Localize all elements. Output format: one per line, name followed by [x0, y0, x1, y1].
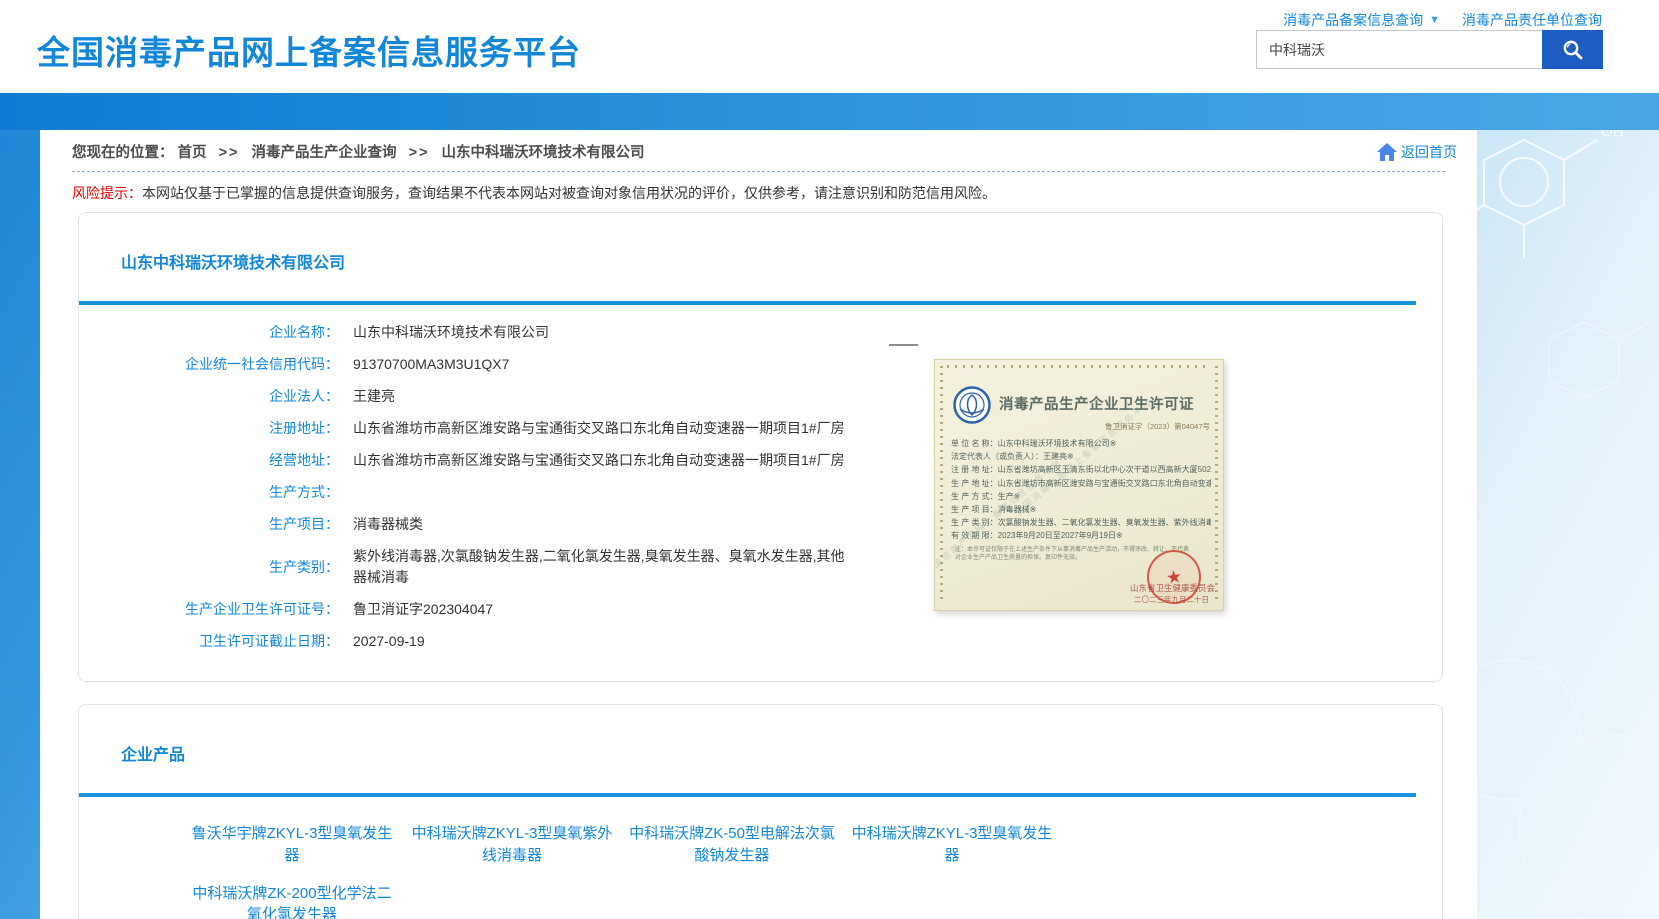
certificate-emblem-icon — [952, 385, 992, 425]
product-link[interactable]: 中科瑞沃牌ZK-200型化学法二氧化氯发生器 — [189, 883, 395, 919]
header: 全国消毒产品网上备案信息服务平台 消毒产品备案信息查询 ▼ 消毒产品责任单位查询 — [0, 0, 1659, 93]
product-link[interactable]: 鲁沃华宇牌ZKYL-3型臭氧发生器 — [189, 823, 395, 867]
breadcrumb-separator: >> — [409, 145, 430, 161]
breadcrumb-current: 山东中科瑞沃环境技术有限公司 — [442, 145, 645, 161]
risk-notice: 风险提示：本网站仅基于已掌握的信息提供查询服务，查询结果不代表本网站对被查询对象… — [72, 183, 1477, 203]
info-row-registered-address: 注册地址： 山东省潍坊市高新区潍安路与宝通街交叉路口东北角自动变速器一期项目1#… — [79, 418, 1442, 439]
nav-responsible-unit-query[interactable]: 消毒产品责任单位查询 — [1462, 10, 1602, 30]
search-icon — [1561, 38, 1585, 62]
product-link[interactable]: 中科瑞沃牌ZKYL-3型臭氧紫外线消毒器 — [409, 823, 615, 867]
info-row-company-name: 企业名称： 山东中科瑞沃环境技术有限公司 — [79, 322, 1442, 343]
home-icon — [1376, 142, 1398, 162]
product-list: 鲁沃华宇牌ZKYL-3型臭氧发生器 中科瑞沃牌ZKYL-3型臭氧紫外线消毒器 中… — [79, 797, 1169, 919]
site-title: 全国消毒产品网上备案信息服务平台 — [37, 26, 581, 74]
back-home-link[interactable]: 返回首页 — [1376, 142, 1457, 162]
breadcrumb-separator: >> — [219, 145, 240, 161]
info-row-license-number: 生产企业卫生许可证号： 鲁卫消证字202304047 — [79, 599, 1442, 620]
info-row-legal-person: 企业法人： 王建亮 — [79, 386, 1442, 407]
info-row-credit-code: 企业统一社会信用代码： 91370700MA3M3U1QX7 — [79, 354, 1442, 375]
small-dash-mark — [889, 344, 918, 346]
search-button[interactable] — [1542, 30, 1603, 69]
company-info-list: 企业名称： 山东中科瑞沃环境技术有限公司 企业统一社会信用代码： 9137070… — [79, 322, 1442, 652]
product-link[interactable]: 中科瑞沃牌ZK-50型电解法次氯酸钠发生器 — [629, 823, 835, 867]
info-row-production-project: 生产项目： 消毒器械类 — [79, 514, 1442, 535]
certificate-border-dots — [947, 365, 1211, 368]
certificate-line: 生 产 方 式：生产※ — [951, 490, 1211, 503]
license-certificate-image: 消毒产品生产企业卫生许可证 鲁卫消证字（2023）第04047号 单 位 名 称… — [934, 359, 1224, 611]
company-card-title: 山东中科瑞沃环境技术有限公司 — [79, 213, 1442, 273]
company-products-card: 企业产品 鲁沃华宇牌ZKYL-3型臭氧发生器 中科瑞沃牌ZKYL-3型臭氧紫外线… — [78, 704, 1443, 919]
risk-notice-text: 本网站仅基于已掌握的信息提供查询服务，查询结果不代表本网站对被查询对象信用状况的… — [142, 185, 996, 201]
dashed-divider — [72, 171, 1445, 172]
top-nav: 消毒产品备案信息查询 ▼ 消毒产品责任单位查询 — [1283, 10, 1602, 30]
header-blue-band — [0, 93, 1659, 130]
search-bar — [1256, 30, 1603, 69]
main-container: 您现在的位置： 首页 >> 消毒产品生产企业查询 >> 山东中科瑞沃环境技术有限… — [40, 130, 1477, 919]
info-row-production-category: 生产类别： 紫外线消毒器,次氯酸钠发生器,二氧化氯发生器,臭氧发生器、臭氧水发生… — [79, 546, 1442, 588]
search-input[interactable] — [1256, 30, 1542, 69]
info-row-production-mode: 生产方式： — [79, 482, 1442, 503]
certificate-title: 消毒产品生产企业卫生许可证 — [999, 393, 1194, 414]
breadcrumb-home[interactable]: 首页 — [178, 145, 207, 161]
company-info-card: 山东中科瑞沃环境技术有限公司 企业名称： 山东中科瑞沃环境技术有限公司 企业统一… — [78, 212, 1443, 682]
info-row-business-address: 经营地址： 山东省潍坊市高新区潍安路与宝通街交叉路口东北角自动变速器一期项目1#… — [79, 450, 1442, 471]
breadcrumb-prefix: 您现在的位置： — [72, 145, 174, 161]
breadcrumb-company-query[interactable]: 消毒产品生产企业查询 — [252, 145, 397, 161]
nav-filing-info-query[interactable]: 消毒产品备案信息查询 ▼ — [1283, 10, 1440, 30]
title-underline — [79, 301, 1416, 305]
info-row-license-expiry: 卫生许可证截止日期： 2027-09-19 — [79, 631, 1442, 652]
certificate-line: 生 产 地 址：山东省潍坊市高新区潍安路与宝通街交叉路口东北角自动变速器一期项目… — [951, 477, 1211, 490]
certificate-line: 有 效 期 限：2023年9月20日至2027年9月19日※ — [951, 529, 1211, 542]
product-link[interactable]: 中科瑞沃牌ZKYL-3型臭氧发生器 — [849, 823, 1055, 867]
breadcrumb: 您现在的位置： 首页 >> 消毒产品生产企业查询 >> 山东中科瑞沃环境技术有限… — [72, 141, 645, 162]
products-card-title: 企业产品 — [79, 705, 1442, 765]
chevron-down-icon: ▼ — [1429, 14, 1440, 26]
risk-notice-label: 风险提示： — [72, 185, 142, 201]
